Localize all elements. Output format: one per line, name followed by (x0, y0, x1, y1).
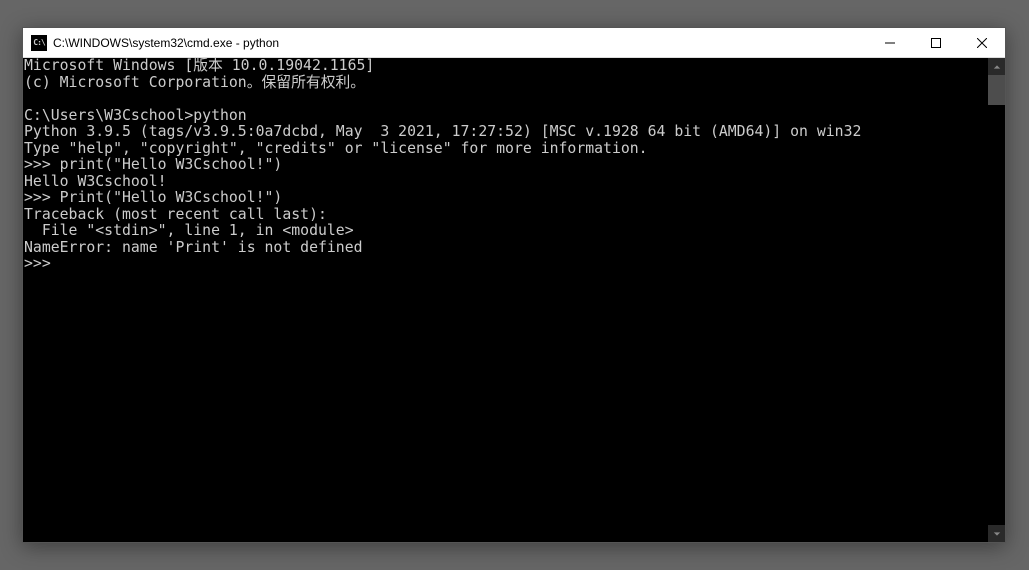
close-icon (977, 38, 987, 48)
console-output[interactable]: Microsoft Windows [版本 10.0.19042.1165] (… (23, 58, 988, 542)
minimize-button[interactable] (867, 28, 913, 57)
window-controls (867, 28, 1005, 57)
cmd-icon: C:\ (31, 35, 47, 51)
maximize-icon (931, 38, 941, 48)
vertical-scrollbar[interactable] (988, 58, 1005, 542)
chevron-up-icon (993, 63, 1001, 71)
cmd-window: C:\ C:\WINDOWS\system32\cmd.exe - python… (22, 27, 1006, 543)
maximize-button[interactable] (913, 28, 959, 57)
scrollbar-up-button[interactable] (988, 58, 1005, 75)
minimize-icon (885, 38, 895, 48)
window-title: C:\WINDOWS\system32\cmd.exe - python (53, 36, 867, 50)
scrollbar-down-button[interactable] (988, 525, 1005, 542)
chevron-down-icon (993, 530, 1001, 538)
titlebar[interactable]: C:\ C:\WINDOWS\system32\cmd.exe - python (23, 28, 1005, 58)
close-button[interactable] (959, 28, 1005, 57)
console-area: Microsoft Windows [版本 10.0.19042.1165] (… (23, 58, 1005, 542)
scrollbar-thumb[interactable] (988, 75, 1005, 105)
